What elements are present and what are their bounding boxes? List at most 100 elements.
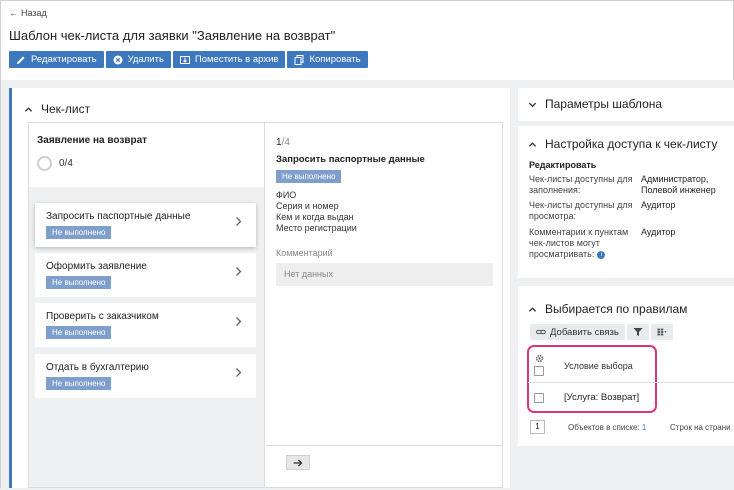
chevron-up-icon — [24, 106, 33, 112]
step-description: ФИО Серия и номер Кем и когда выдан Мест… — [276, 190, 357, 234]
progress-ring — [37, 156, 52, 171]
chevron-up-icon — [528, 141, 537, 147]
status-badge: Не выполнено — [46, 226, 112, 239]
checklist-items-column: Заявление на возврат 0/4 Запросить паспо… — [29, 123, 265, 487]
filter-icon — [633, 328, 643, 336]
checklist-body: Заявление на возврат 0/4 Запросить паспо… — [28, 122, 503, 488]
columns-button[interactable] — [650, 324, 673, 340]
checklist-item-title: Проверить с заказчиком — [46, 311, 159, 322]
next-step-button[interactable] — [286, 455, 310, 470]
delete-label: Удалить — [127, 54, 164, 65]
columns-icon — [657, 328, 667, 336]
checklist-item[interactable]: Отдать в бухгалтерию Не выполнено — [35, 354, 256, 398]
checklist-item[interactable]: Оформить заявление Не выполнено — [35, 253, 256, 297]
edit-access-link[interactable]: Редактировать — [529, 160, 596, 170]
checklist-item-title: Отдать в бухгалтерию — [46, 362, 149, 373]
delete-button[interactable]: Удалить — [105, 51, 171, 68]
row-checkbox[interactable] — [534, 393, 544, 403]
pencil-icon — [17, 56, 25, 64]
back-label: Назад — [21, 8, 47, 18]
step-total: /4 — [281, 137, 290, 148]
chevron-right-icon — [236, 267, 242, 276]
fill-access-label: Чек-листы доступны для заполнения: — [529, 174, 633, 195]
status-badge: Не выполнено — [46, 326, 112, 339]
checklist-card: Чек-лист Заявление на возврат 0/4 Запрос… — [9, 88, 510, 488]
chevron-right-icon — [236, 217, 242, 226]
checklist-detail-column: 1/4 Запросить паспортные данные Не выпол… — [266, 123, 502, 487]
step-title: Запросить паспортные данные — [276, 154, 425, 165]
rules-toolbar: Добавить связь — [530, 324, 673, 340]
selection-rules-panel: Выбирается по правилам Добавить связь Ус… — [518, 286, 734, 446]
access-settings-panel: Настройка доступа к чек-листу Редактиров… — [518, 126, 734, 278]
step-line: Серия и номер — [276, 201, 339, 211]
checklist-item[interactable]: Проверить с заказчиком Не выполнено — [35, 303, 256, 347]
checklist-header[interactable]: Чек-лист — [24, 102, 90, 116]
filter-button[interactable] — [626, 324, 649, 340]
step-counter: 1/4 — [276, 137, 290, 148]
toolbar: Редактировать Удалить Поместить в архив … — [9, 51, 368, 68]
delete-circle-icon — [113, 55, 123, 64]
step-status-badge: Не выполнено — [276, 170, 342, 183]
chevron-up-icon — [528, 306, 537, 312]
selection-rules-header[interactable]: Выбирается по правилам — [528, 302, 687, 316]
comment-field[interactable]: Нет данных — [276, 263, 493, 286]
comment-access-value: Аудитор — [641, 227, 676, 237]
step-line: ФИО — [276, 190, 297, 200]
checklist-item-title: Запросить паспортные данные — [46, 211, 191, 222]
info-icon[interactable]: i — [597, 250, 606, 259]
checklist-name: Заявление на возврат — [37, 135, 148, 146]
chevron-right-icon — [236, 317, 242, 326]
objects-count-value: 1 — [641, 423, 647, 432]
view-access-label: Чек-листы доступны для просмотра: — [529, 200, 633, 221]
copy-label: Копировать — [309, 54, 361, 65]
template-params-panel: Параметры шаблона — [518, 88, 734, 121]
checklist-items-list: Запросить паспортные данные Не выполнено… — [29, 187, 264, 487]
table-divider — [528, 382, 734, 383]
archive-button[interactable]: Поместить в архив — [172, 51, 286, 68]
status-badge: Не выполнено — [46, 377, 112, 390]
comment-access-text: Комментарии к пунктам чек-листов могут п… — [529, 227, 629, 259]
page-title: Шаблон чек-листа для заявки "Заявление н… — [9, 28, 336, 43]
detail-footer — [266, 445, 502, 487]
checklist-item-title: Оформить заявление — [46, 261, 147, 272]
copy-button[interactable]: Копировать — [287, 51, 368, 68]
add-link-button[interactable]: Добавить связь — [530, 324, 625, 340]
chevron-down-icon — [528, 102, 537, 107]
objects-count-label: Объектов в списке: — [568, 423, 640, 432]
view-access-value: Аудитор — [641, 200, 676, 210]
progress-text: 0/4 — [59, 158, 73, 169]
condition-column-header[interactable]: Условие выбора — [564, 361, 633, 371]
selection-rules-heading: Выбирается по правилам — [545, 302, 688, 316]
select-all-checkbox[interactable] — [534, 366, 544, 376]
archive-icon — [179, 55, 190, 64]
status-badge: Не выполнено — [46, 276, 112, 289]
page-number[interactable]: 1 — [530, 420, 545, 434]
arrow-right-icon — [293, 459, 303, 466]
add-link-label: Добавить связь — [550, 326, 619, 338]
fill-access-value: Администратор, Полевой инженер — [641, 174, 716, 195]
checklist-item[interactable]: Запросить паспортные данные Не выполнено — [35, 203, 256, 247]
rows-per-page-label[interactable]: Строк на страни — [670, 423, 734, 432]
back-link[interactable]: ← Назад — [9, 8, 47, 18]
objects-count: Объектов в списке: 1 — [568, 423, 646, 432]
copy-icon — [294, 54, 304, 65]
template-params-header[interactable]: Параметры шаблона — [528, 97, 662, 111]
archive-label: Поместить в архив — [194, 54, 279, 65]
chevron-right-icon — [236, 368, 242, 377]
access-settings-header[interactable]: Настройка доступа к чек-листу — [528, 137, 717, 151]
gear-icon[interactable] — [535, 354, 544, 363]
condition-cell[interactable]: [Услуга: Возврат] — [564, 392, 639, 403]
edit-label: Редактировать — [31, 54, 97, 65]
edit-button[interactable]: Редактировать — [9, 51, 104, 68]
checklist-heading: Чек-лист — [41, 102, 91, 116]
template-params-heading: Параметры шаблона — [545, 97, 663, 111]
comment-access-label: Комментарии к пунктам чек-листов могут п… — [529, 227, 639, 260]
link-icon — [536, 329, 546, 335]
workspace: Чек-лист Заявление на возврат 0/4 Запрос… — [1, 80, 734, 490]
step-line: Место регистрации — [276, 223, 357, 233]
app-window: ← Назад Шаблон чек-листа для заявки "Зая… — [0, 0, 734, 490]
access-settings-heading: Настройка доступа к чек-листу — [545, 137, 718, 151]
arrow-left-icon: ← — [9, 8, 18, 18]
step-line: Кем и когда выдан — [276, 212, 354, 222]
comment-label: Комментарий — [276, 248, 333, 258]
